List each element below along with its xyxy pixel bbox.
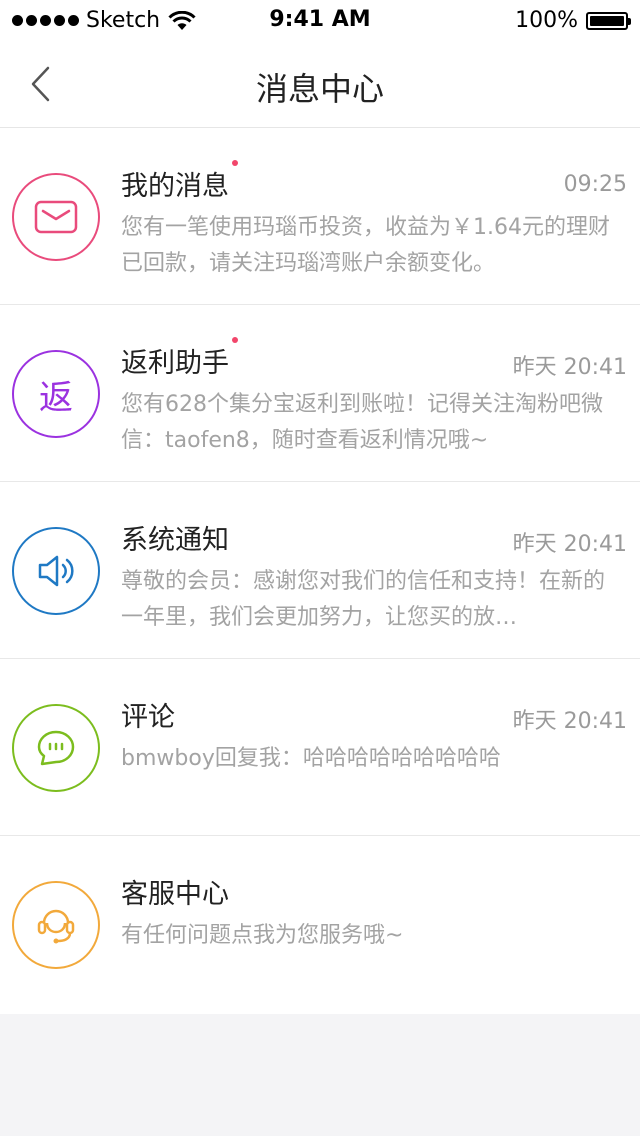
list-item-customer-service[interactable]: 客服中心 有任何问题点我为您服务哦~ xyxy=(0,836,640,1014)
status-right: 100% xyxy=(515,8,631,33)
message-list: 我的消息 09:25 您有一笔使用玛瑙币投资，收益为￥1.64元的理财已回款，请… xyxy=(0,128,640,1014)
chat-bubble-icon xyxy=(12,704,100,792)
list-item-system-notice[interactable]: 系统通知 昨天 20:41 尊敬的会员：感谢您对我们的信任和支持！在新的一年里，… xyxy=(0,482,640,659)
message-center-screen: Sketch 9:41 AM 100% 消息中心 我的消息 09:25 您有一笔… xyxy=(0,0,640,1136)
battery-icon xyxy=(586,11,631,30)
item-preview: 您有一笔使用玛瑙币投资，收益为￥1.64元的理财已回款，请关注玛瑙湾账户余额变化… xyxy=(121,215,610,276)
unread-dot xyxy=(232,337,238,343)
item-title: 评论 xyxy=(121,702,175,733)
item-title: 返利助手 xyxy=(121,337,238,380)
item-time: 09:25 xyxy=(563,172,627,197)
list-item-comments[interactable]: 评论 昨天 20:41 bmwboy回复我：哈哈哈哈哈哈哈哈哈 xyxy=(0,659,640,836)
status-bar: Sketch 9:41 AM 100% xyxy=(0,0,640,40)
item-time: 昨天 20:41 xyxy=(512,709,627,734)
item-preview: 您有628个集分宝返利到账啦！记得关注淘粉吧微信：taofen8，随时查看返利情… xyxy=(121,392,603,453)
item-preview: 尊敬的会员：感谢您对我们的信任和支持！在新的一年里，我们会更加努力，让您买的放… xyxy=(121,569,606,630)
navigation-bar: 消息中心 xyxy=(0,40,640,128)
speaker-icon xyxy=(12,527,100,615)
item-title: 我的消息 xyxy=(121,160,238,203)
item-preview: 有任何问题点我为您服务哦~ xyxy=(121,923,404,948)
list-item-rebate-assistant[interactable]: 返 返利助手 昨天 20:41 您有628个集分宝返利到账啦！记得关注淘粉吧微信… xyxy=(0,305,640,482)
item-time: 昨天 20:41 xyxy=(512,355,627,380)
rebate-icon: 返 xyxy=(12,350,100,438)
item-title: 系统通知 xyxy=(121,525,229,556)
item-preview: bmwboy回复我：哈哈哈哈哈哈哈哈哈 xyxy=(121,746,501,771)
unread-dot xyxy=(232,160,238,166)
list-item-my-messages[interactable]: 我的消息 09:25 您有一笔使用玛瑙币投资，收益为￥1.64元的理财已回款，请… xyxy=(0,128,640,305)
rebate-icon-label: 返 xyxy=(39,377,73,418)
mail-icon xyxy=(12,173,100,261)
headset-icon xyxy=(12,881,100,969)
battery-percent: 100% xyxy=(515,8,578,33)
page-title: 消息中心 xyxy=(255,70,384,108)
item-time: 昨天 20:41 xyxy=(512,532,627,557)
item-title: 客服中心 xyxy=(121,879,229,910)
